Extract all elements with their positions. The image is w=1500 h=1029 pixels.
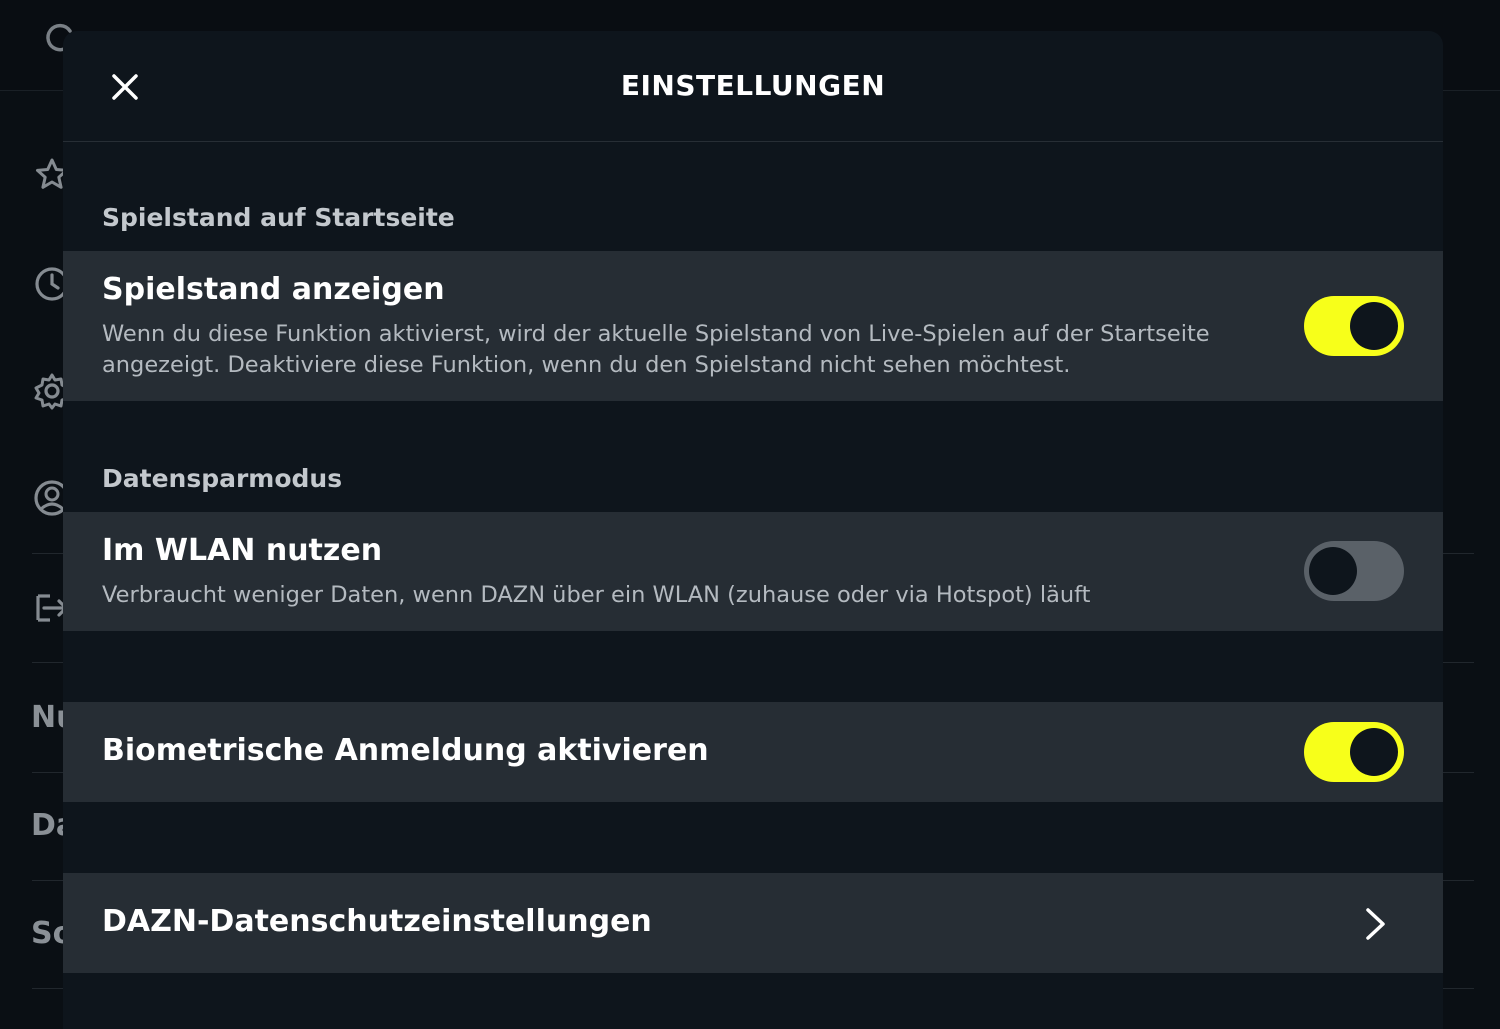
wlan-data-saver-toggle[interactable] [1304, 541, 1404, 601]
show-score-toggle[interactable] [1304, 296, 1404, 356]
settings-modal: EINSTELLUNGEN Spielstand auf Startseite … [63, 31, 1443, 1029]
toggle-knob [1309, 547, 1357, 595]
toggle-knob [1350, 728, 1398, 776]
setting-title: Spielstand anzeigen [102, 272, 445, 307]
section-label-data-saver: Datensparmodus [102, 464, 343, 493]
page-title: EINSTELLUNGEN [620, 69, 886, 102]
privacy-settings-link[interactable]: DAZN-Datenschutzeinstellungen [63, 873, 1443, 973]
setting-row-show-score: Spielstand anzeigen Wenn du diese Funkti… [63, 251, 1443, 401]
chevron-right-icon [1359, 907, 1391, 941]
toggle-knob [1350, 302, 1398, 350]
biometric-login-toggle[interactable] [1304, 722, 1404, 782]
screen: Nu Da So EINSTELLUNGEN Spielstand auf St… [0, 0, 1500, 1029]
section-label-score: Spielstand auf Startseite [102, 203, 455, 232]
setting-title: DAZN-Datenschutzeinstellungen [102, 904, 652, 939]
setting-description: Verbraucht weniger Daten, wenn DAZN über… [102, 582, 1091, 608]
modal-header: EINSTELLUNGEN [63, 31, 1443, 142]
setting-description: Wenn du diese Funktion aktivierst, wird … [102, 321, 1210, 378]
setting-row-biometric: Biometrische Anmeldung aktivieren [63, 702, 1443, 802]
setting-title: Biometrische Anmeldung aktivieren [102, 733, 709, 768]
setting-row-wlan: Im WLAN nutzen Verbraucht weniger Daten,… [63, 512, 1443, 631]
setting-title: Im WLAN nutzen [102, 533, 383, 568]
